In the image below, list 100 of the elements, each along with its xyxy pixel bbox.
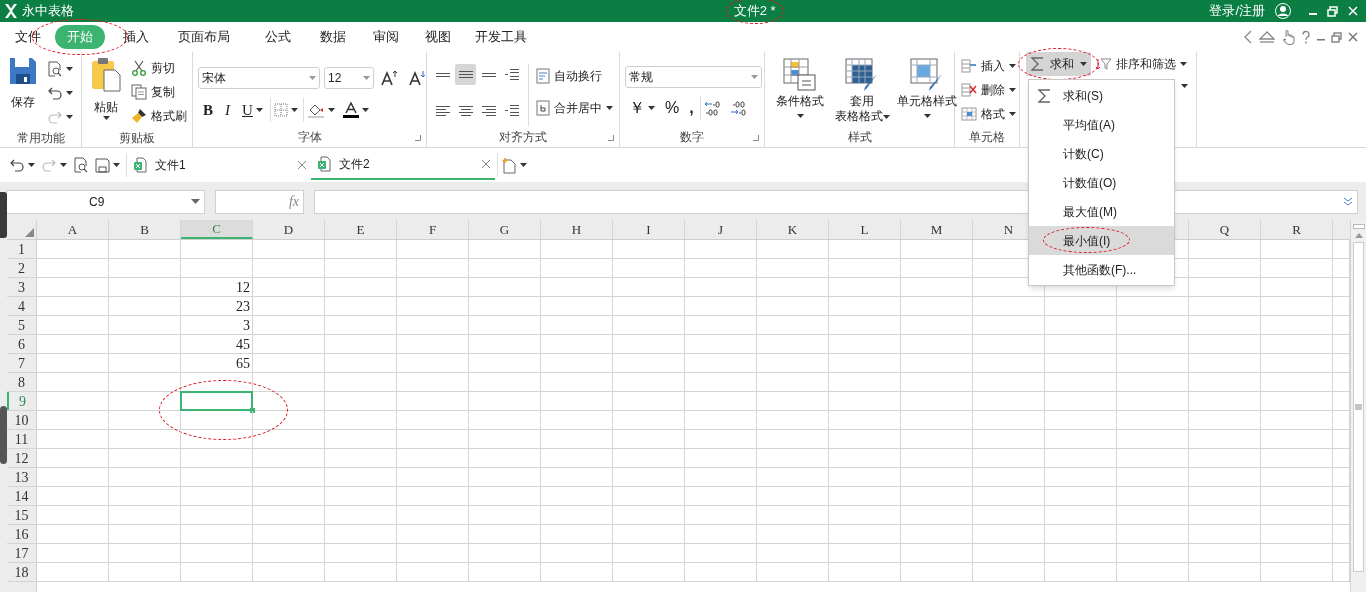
name-box[interactable]: C9 [6, 189, 205, 214]
number-format-button[interactable]: % [661, 97, 684, 119]
document-tab[interactable]: 文件1 [127, 150, 311, 180]
row-header[interactable]: 6 [7, 335, 37, 353]
align-button[interactable] [455, 64, 476, 85]
table-style-button[interactable]: 套用 表格格式 [831, 58, 893, 127]
row-header[interactable]: 5 [7, 316, 37, 334]
column-header[interactable]: G [469, 220, 541, 239]
font-name-field[interactable]: 宋体 [198, 67, 320, 89]
conditional-format-icon [783, 58, 817, 92]
insert-cells-button[interactable]: 插入 [960, 54, 1017, 78]
column-header[interactable]: H [541, 220, 613, 239]
cut-button[interactable]: 剪切 [130, 56, 188, 80]
column-header[interactable]: K [757, 220, 829, 239]
menu-item[interactable]: 最小值(I) [1029, 226, 1174, 255]
menu-tab[interactable]: 视图 [421, 25, 455, 49]
menu-item[interactable]: 计数(C) [1029, 139, 1174, 168]
row-header[interactable]: 1 [7, 240, 37, 258]
paste-icon [90, 56, 122, 92]
cell-value: 23 [236, 297, 250, 316]
number-format-button[interactable]: ￥ [625, 97, 659, 119]
row-header[interactable]: 2 [7, 259, 37, 277]
font-style-button[interactable]: B [198, 99, 218, 121]
column-header[interactable]: A [37, 220, 109, 239]
font-style-button[interactable]: I [220, 99, 235, 121]
column-header[interactable]: I [613, 220, 685, 239]
caret-icon [327, 108, 335, 112]
column-header[interactable]: F [397, 220, 469, 239]
conditional-format-button[interactable]: 条件格式 [771, 58, 829, 127]
menu-tab[interactable]: 开发工具 [471, 25, 531, 49]
column-header[interactable]: D [253, 220, 325, 239]
autosum-button[interactable]: 求和 [1026, 52, 1091, 76]
copy-button[interactable]: 复制 [130, 80, 188, 104]
caret-icon [113, 163, 120, 167]
avatar-icon [1275, 3, 1291, 19]
row-header[interactable]: 8 [7, 373, 37, 391]
row-header[interactable]: 9 [7, 392, 37, 410]
row-header[interactable]: 17 [7, 544, 37, 562]
sort-filter-button[interactable]: 排序和筛选 [1095, 52, 1188, 76]
row-header[interactable]: 10 [7, 411, 37, 429]
scissors-icon [131, 60, 147, 76]
format-cells-button[interactable]: 格式 [960, 102, 1017, 126]
menu-tab[interactable]: 审阅 [369, 25, 403, 49]
paste-button[interactable]: 粘贴 [88, 56, 124, 128]
row-header[interactable]: 11 [7, 430, 37, 448]
fill-handle[interactable] [250, 408, 255, 413]
border-icon [273, 103, 288, 117]
row-header[interactable]: 16 [7, 525, 37, 543]
print-preview-icon [73, 157, 89, 173]
new-document-button[interactable] [497, 153, 530, 177]
cell-style-button[interactable]: 单元格样式 [895, 58, 959, 127]
wrap-text-button[interactable]: 自动换行 [535, 64, 614, 88]
save-button[interactable]: 保存 [6, 57, 40, 129]
number-format-button[interactable]: , [685, 97, 698, 119]
caret-icon [102, 116, 110, 120]
menu-tab[interactable]: 公式 [261, 25, 295, 49]
column-header[interactable]: M [901, 220, 973, 239]
account-link[interactable]: 登录/注册 [1209, 1, 1265, 21]
delete-cells-button[interactable]: 删除 [960, 78, 1017, 102]
dropdown-arrow-icon [191, 199, 200, 204]
fill-color-button[interactable] [302, 98, 338, 122]
menu-item[interactable]: 平均值(A) [1029, 110, 1174, 139]
row-header[interactable]: 12 [7, 449, 37, 467]
caret-icon [361, 108, 369, 112]
font-style-button[interactable]: U [237, 99, 268, 121]
restore-icon [1331, 31, 1342, 43]
vertical-scrollbar[interactable] [1350, 220, 1366, 592]
border-button[interactable] [269, 98, 301, 122]
column-header[interactable]: R [1261, 220, 1333, 239]
row-header[interactable]: 4 [7, 297, 37, 315]
document-tab[interactable]: 文件2 [311, 150, 495, 180]
group-label: 单元格 [969, 129, 1005, 146]
column-header[interactable]: Q [1189, 220, 1261, 239]
column-header[interactable]: L [829, 220, 901, 239]
column-header[interactable]: J [685, 220, 757, 239]
function-label[interactable]: fx [288, 191, 299, 212]
save-button[interactable] [92, 153, 127, 177]
menu-tab[interactable]: 文件 [11, 25, 45, 49]
menu-item[interactable]: 其他函数(F)... [1029, 255, 1174, 284]
app-title: 永中表格 [22, 2, 74, 21]
row-header[interactable]: 14 [7, 487, 37, 505]
menu-tab[interactable]: 页面布局 [174, 25, 234, 49]
save-icon [95, 157, 110, 173]
menu-item[interactable]: 求和(S) [1029, 81, 1174, 110]
scrollbar-thumb[interactable] [1353, 242, 1364, 572]
menu-tab[interactable]: 数据 [316, 25, 350, 49]
menu-item[interactable]: 计数值(O) [1029, 168, 1174, 197]
row-header[interactable]: 18 [7, 563, 37, 581]
format-painter-button[interactable]: 格式刷 [130, 104, 188, 128]
row-header[interactable]: 15 [7, 506, 37, 524]
row-header[interactable]: 7 [7, 354, 37, 372]
menu-tab[interactable]: 插入 [119, 25, 153, 49]
font-size-field[interactable]: 12 [324, 67, 374, 89]
row-header[interactable]: 3 [7, 278, 37, 296]
column-header[interactable]: E [325, 220, 397, 239]
select-all-icon [25, 228, 34, 237]
caret-icon [66, 115, 73, 119]
number-format-field[interactable]: 常规 [625, 66, 762, 88]
row-header[interactable]: 13 [7, 468, 37, 486]
merge-center-button[interactable]: 合并居中 [535, 96, 614, 120]
